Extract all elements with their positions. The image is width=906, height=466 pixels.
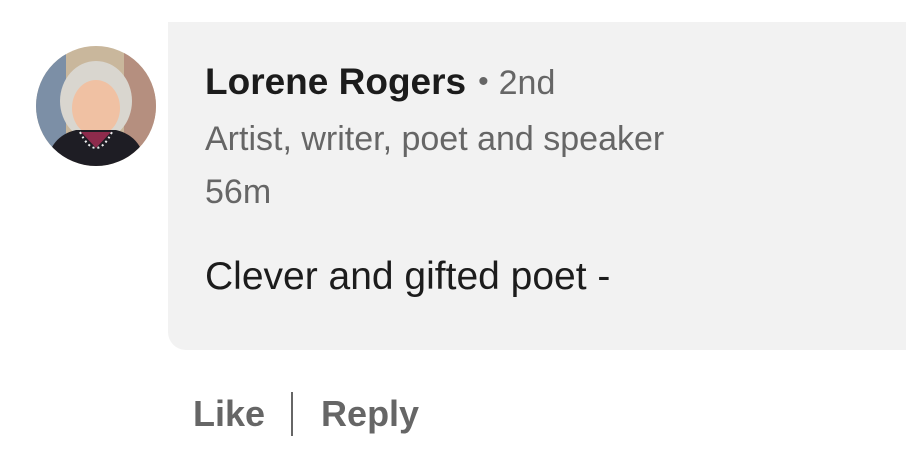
author-name[interactable]: Lorene Rogers (205, 61, 466, 102)
comment-bubble: Lorene Rogers • 2nd Artist, writer, poet a… (168, 22, 906, 350)
comment-text: Clever and gifted poet - (205, 255, 611, 298)
avatar[interactable] (36, 46, 156, 166)
avatar-photo (36, 46, 156, 166)
reply-button[interactable]: Reply (321, 393, 419, 435)
action-divider (291, 392, 294, 436)
like-button[interactable]: Like (193, 393, 265, 435)
connection-degree: 2nd (498, 64, 556, 102)
author-headline: Artist, writer, poet and speaker (205, 120, 665, 158)
separator-dot: • (478, 65, 489, 98)
author-row: Lorene Rogers • 2nd (205, 62, 555, 110)
comment-container: Lorene Rogers • 2nd Artist, writer, poet a… (0, 0, 906, 466)
comment-actions: Like Reply (193, 390, 419, 438)
comment-timestamp: 56m (205, 173, 272, 211)
